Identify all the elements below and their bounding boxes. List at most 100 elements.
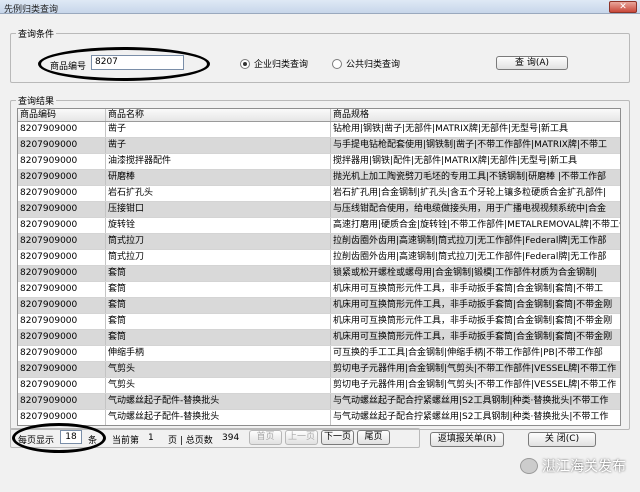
cell-name: 气动螺丝起子配件-替换批头 <box>106 394 331 409</box>
cell-spec: 剪切电子元器件用|合金钢制|气剪头|不带工作部件|VESSEL牌|不带工作 <box>333 364 617 374</box>
table-row[interactable]: 8207909000 气动螺丝起子配件-替换批头 与气动螺丝起子配合拧紧螺丝用|S2… <box>18 394 620 410</box>
cell-name: 压接钳口 <box>106 202 331 217</box>
close-button[interactable]: 关 闭(C) <box>528 432 596 447</box>
cell-spec: 机床用可互换筒形元件工具，非手动扳手套筒|合金钢制|套筒|不带工 <box>333 284 604 294</box>
cell-code: 8207909000 <box>18 218 106 233</box>
table-row[interactable]: 8207909000 套筒 机床用可互换筒形元件工具，非手动扳手套筒|合金钢制|套筒… <box>18 298 620 314</box>
cell-name: 套筒 <box>106 298 331 313</box>
column-header-name[interactable]: 商品名称 <box>106 109 331 121</box>
cell-name: 旋转铨 <box>106 218 331 233</box>
cell-spec: 可互换的手工工具|合金钢制|伸缩手柄|不带工作部件|PB|不带工作部 <box>333 348 603 358</box>
table-row[interactable]: 8207909000 研磨棒 抛光机上加工陶瓷劈刀毛坯的专用工具|不锈钢制|研磨棒 … <box>18 170 620 186</box>
cell-code: 8207909000 <box>18 186 106 201</box>
cell-spec: 拉削齿圈外齿用|高速钢制|筒式拉刀|无工作部件|Federal牌|无工作部 <box>333 236 607 246</box>
last-page-button[interactable]: 尾页 <box>357 430 390 445</box>
title-bar: 先例归类查询 ✕ <box>0 0 640 15</box>
cell-spec: 抛光机上加工陶瓷劈刀毛坯的专用工具|不锈钢制|研磨棒 |不带工作部 <box>333 172 606 182</box>
cell-spec: 机床用可互换筒形元件工具，非手动扳手套筒|合金钢制|套筒|不带金刚 <box>333 332 613 342</box>
watermark: 湛江海关发布 <box>520 456 626 476</box>
cell-spec: 高速打磨用|硬质合金|旋转铨|不带工作部件|METALREMOVAL牌|不带工作 <box>333 220 621 230</box>
cell-code: 8207909000 <box>18 138 106 153</box>
cell-spec: 与手提电钻枪配套使用|钢铁制|凿子|不带工作部件|MATRIX牌|不带工 <box>333 140 607 150</box>
table-row[interactable]: 8207909000 岩石扩孔头 岩石扩孔用|合金钢制|扩孔头|含五个牙轮上镶多粒硬… <box>18 186 620 202</box>
table-header: 商品编码 商品名称 商品规格 <box>18 109 620 122</box>
table-row[interactable]: 8207909000 油漆搅拌器配件 搅拌器用|钢铁|配件|无部件|MATRIX牌|… <box>18 154 620 170</box>
cell-name: 气动螺丝起子配件-替换批头 <box>106 410 331 425</box>
cell-code: 8207909000 <box>18 170 106 185</box>
first-page-button[interactable]: 首页 <box>249 430 282 445</box>
fill-declaration-button[interactable]: 返填报关单(R) <box>430 432 504 447</box>
table-row[interactable]: 8207909000 压接钳口 与压线钳配合使用，给电缆做接头用，用于广播电视视频系… <box>18 202 620 218</box>
table-row[interactable]: 8207909000 气动螺丝起子配件-替换批头 与气动螺丝起子配合拧紧螺丝用|S2… <box>18 410 620 425</box>
per-page-input[interactable]: 18 <box>60 430 82 444</box>
table-row[interactable]: 8207909000 套筒 锁紧或松开螺栓或螺母用|合金钢制|锻模|工作部件材质为合… <box>18 266 620 282</box>
window-title: 先例归类查询 <box>4 5 59 15</box>
close-window-button[interactable]: ✕ <box>609 1 637 13</box>
radio-public[interactable]: 公共归类查询 <box>332 57 400 70</box>
table-row[interactable]: 8207909000 旋转铨 高速打磨用|硬质合金|旋转铨|不带工作部件|METAL… <box>18 218 621 234</box>
radio-enterprise[interactable]: 企业归类查询 <box>240 57 308 70</box>
cell-name: 油漆搅拌器配件 <box>106 154 331 169</box>
cell-name: 研磨棒 <box>106 170 331 185</box>
cell-code: 8207909000 <box>18 298 106 313</box>
prev-page-button[interactable]: 上一页 <box>285 430 318 445</box>
per-page-unit: 条 <box>88 436 98 446</box>
cell-name: 岩石扩孔头 <box>106 186 331 201</box>
cell-code: 8207909000 <box>18 378 106 393</box>
cell-name: 筒式拉刀 <box>106 250 331 265</box>
cell-name: 气剪头 <box>106 378 331 393</box>
cell-spec: 机床用可互换筒形元件工具，非手动扳手套筒|合金钢制|套筒|不带金刚 <box>333 300 613 310</box>
table-row[interactable]: 8207909000 筒式拉刀 拉削齿圈外齿用|高速钢制|筒式拉刀|无工作部件|Fe… <box>18 250 620 266</box>
current-page-label: 当前第 <box>112 436 140 446</box>
table-row[interactable]: 8207909000 凿子 与手提电钻枪配套使用|钢铁制|凿子|不带工作部件|MAT… <box>18 138 620 154</box>
cell-name: 气剪头 <box>106 362 331 377</box>
total-pages-value: 394 <box>222 433 240 443</box>
watermark-text: 湛江海关发布 <box>542 459 626 475</box>
cell-spec: 钻枪用|钢铁|凿子|无部件|MATRIX牌|无部件|无型号|新工具 <box>333 124 569 134</box>
cell-code: 8207909000 <box>18 346 106 361</box>
cell-spec: 锁紧或松开螺栓或螺母用|合金钢制|锻模|工作部件材质为合金钢制| <box>333 268 598 278</box>
query-group-label: 查询条件 <box>16 27 57 40</box>
cell-code: 8207909000 <box>18 266 106 281</box>
wechat-icon <box>520 458 538 474</box>
total-pages-label: 页 | 总页数 <box>168 436 213 446</box>
cell-code: 8207909000 <box>18 154 106 169</box>
table-row[interactable]: 8207909000 套筒 机床用可互换筒形元件工具，非手动扳手套筒|合金钢制|套筒… <box>18 330 620 346</box>
radio-public-label: 公共归类查询 <box>346 60 401 70</box>
cell-code: 8207909000 <box>18 410 106 425</box>
table-row[interactable]: 8207909000 气剪头 剪切电子元器件用|合金钢制|气剪头|不带工作部件|VE… <box>18 362 620 378</box>
table-row[interactable]: 8207909000 伸缩手柄 可互换的手工工具|合金钢制|伸缩手柄|不带工作部件|… <box>18 346 620 362</box>
radio-selected-icon <box>240 58 250 69</box>
cell-code: 8207909000 <box>18 394 106 409</box>
table-row[interactable]: 8207909000 套筒 机床用可互换筒形元件工具，非手动扳手套筒|合金钢制|套筒… <box>18 314 620 330</box>
table-row[interactable]: 8207909000 凿子 钻枪用|钢铁|凿子|无部件|MATRIX牌|无部件|无型… <box>18 122 620 138</box>
cell-name: 套筒 <box>106 266 331 281</box>
cell-name: 套筒 <box>106 314 331 329</box>
cell-code: 8207909000 <box>18 234 106 249</box>
table-row[interactable]: 8207909000 气剪头 剪切电子元器件用|合金钢制|气剪头|不带工作部件|VE… <box>18 378 620 394</box>
results-group-label: 查询结果 <box>16 94 57 107</box>
cell-code: 8207909000 <box>18 330 106 345</box>
cell-name: 伸缩手柄 <box>106 346 331 361</box>
cell-code: 8207909000 <box>18 314 106 329</box>
next-page-button[interactable]: 下一页 <box>321 430 354 445</box>
column-header-code[interactable]: 商品编码 <box>18 109 106 121</box>
cell-name: 套筒 <box>106 282 331 297</box>
cell-spec: 与气动螺丝起子配合拧紧螺丝用|S2工具钢制|种类·替换批头|不带工作 <box>333 396 609 406</box>
radio-unselected-icon <box>332 58 342 69</box>
cell-spec: 岩石扩孔用|合金钢制|扩孔头|含五个牙轮上镶多粒硬质合金扩孔部件| <box>333 188 607 198</box>
cell-name: 筒式拉刀 <box>106 234 331 249</box>
results-table: 商品编码 商品名称 商品规格 8207909000 凿子 钻枪用|钢铁|凿子|无部件… <box>17 108 621 426</box>
cell-name: 套筒 <box>106 330 331 345</box>
product-code-input[interactable]: 8207 <box>91 55 184 70</box>
per-page-label: 每页显示 <box>18 436 55 446</box>
cell-spec: 机床用可互换筒形元件工具，非手动扳手套筒|合金钢制|套筒|不带金刚 <box>333 316 613 326</box>
cell-name: 凿子 <box>106 122 331 137</box>
table-row[interactable]: 8207909000 套筒 机床用可互换筒形元件工具，非手动扳手套筒|合金钢制|套筒… <box>18 282 620 298</box>
radio-enterprise-label: 企业归类查询 <box>254 60 309 70</box>
table-row[interactable]: 8207909000 筒式拉刀 拉削齿圈外齿用|高速钢制|筒式拉刀|无工作部件|Fe… <box>18 234 620 250</box>
column-header-spec[interactable]: 商品规格 <box>331 109 620 121</box>
cell-code: 8207909000 <box>18 250 106 265</box>
cell-code: 8207909000 <box>18 122 106 137</box>
query-button[interactable]: 查 询(A) <box>496 56 568 70</box>
